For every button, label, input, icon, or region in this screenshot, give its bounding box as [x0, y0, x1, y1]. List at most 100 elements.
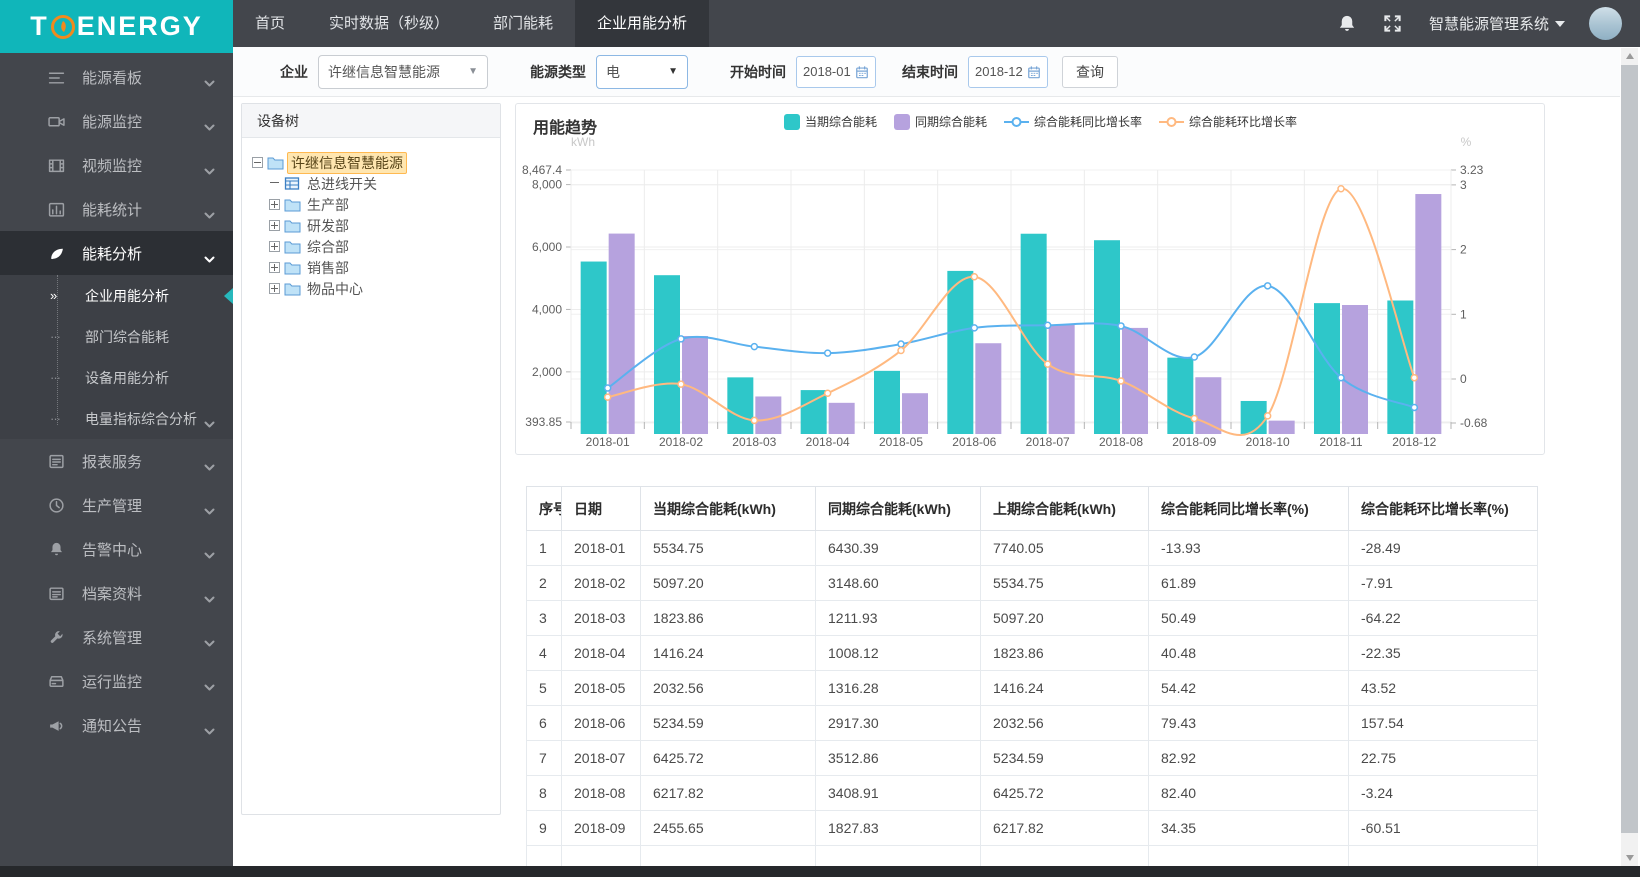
sidebar-item[interactable]: 生产管理: [0, 483, 233, 527]
film-icon: [48, 158, 65, 172]
legend-item[interactable]: 同期综合能耗: [894, 113, 987, 130]
tree-toggle-plus-icon[interactable]: [269, 199, 280, 210]
calendar-icon: [856, 65, 868, 78]
start-time-input[interactable]: 2018-01: [796, 55, 876, 88]
folder-icon: [267, 157, 284, 170]
chevron-down-icon: ▼: [468, 66, 478, 77]
sidebar-item[interactable]: 能源监控: [0, 99, 233, 143]
table-row: [526, 845, 1538, 866]
sidebar-item[interactable]: 运行监控: [0, 659, 233, 703]
scrollbar-thumb[interactable]: [1621, 65, 1638, 833]
sidebar-subitem[interactable]: ··· 设备用能分析: [0, 357, 233, 398]
company-label: 企业: [280, 63, 308, 80]
avatar[interactable]: [1589, 7, 1622, 40]
app-root: 首页 实时数据（秒级） 部门能耗 企业用能分析 智慧能源管理系统 T ENERGY 能…: [0, 0, 1640, 877]
chevron-down-icon: [204, 256, 215, 262]
table-cell: -7.91: [1348, 565, 1538, 601]
legend-item[interactable]: 当期综合能耗: [784, 113, 877, 130]
tree-node[interactable]: 研发部: [250, 215, 492, 236]
tree-node-label: 销售部: [307, 259, 349, 276]
svg-text:2018-02: 2018-02: [659, 435, 703, 449]
tree-node[interactable]: 总进线开关: [250, 173, 492, 194]
top-nav-item[interactable]: 实时数据（秒级）: [307, 0, 471, 47]
sidebar-item[interactable]: 系统管理: [0, 615, 233, 659]
table-cell: 7: [526, 740, 562, 776]
sidebar-item[interactable]: 能源看板: [0, 55, 233, 99]
sidebar-item[interactable]: 报表服务: [0, 439, 233, 483]
table-cell: 1: [526, 530, 562, 566]
tree-toggle-minus-icon[interactable]: [252, 157, 263, 168]
sidebar-item[interactable]: 通知公告: [0, 703, 233, 747]
legend-label: 综合能耗环比增长率: [1189, 115, 1298, 129]
tree-node[interactable]: 物品中心: [250, 278, 492, 299]
bar-当期综合能耗: [1240, 400, 1267, 434]
table-cell: 40.48: [1148, 635, 1349, 671]
sidebar-item-label: 能耗统计: [82, 201, 143, 219]
chevron-down-icon: [204, 421, 215, 428]
system-name-dropdown[interactable]: 智慧能源管理系统: [1429, 13, 1565, 34]
tree-node-label: 综合部: [307, 238, 349, 255]
chevron-down-icon: [204, 684, 215, 690]
tree-node[interactable]: 许继信息智慧能源: [250, 151, 492, 174]
company-select[interactable]: 许继信息智慧能源 ▼: [318, 54, 488, 89]
tree-toggle-plus-icon[interactable]: [269, 220, 280, 231]
query-button[interactable]: 查询: [1062, 55, 1118, 88]
svg-text:4,000: 4,000: [532, 302, 562, 316]
bell-icon[interactable]: [1337, 14, 1357, 34]
sidebar-subitem[interactable]: » 企业用能分析: [0, 275, 233, 316]
table-cell: 61.89: [1148, 565, 1349, 601]
legend-item[interactable]: 综合能耗环比增长率: [1159, 113, 1297, 130]
table-cell: -13.93: [1148, 530, 1349, 566]
folder-icon: [284, 241, 301, 254]
table-cell: 1416.24: [640, 635, 816, 671]
table-cell: 2917.30: [815, 705, 981, 741]
filter-bar: 企业 许继信息智慧能源 ▼ 能源类型 电 ▼ 开始时间 2018-01 结束时间…: [233, 47, 1620, 97]
tree-toggle-plus-icon[interactable]: [269, 241, 280, 252]
svg-text:2018-10: 2018-10: [1246, 435, 1290, 449]
top-nav-item[interactable]: 部门能耗: [471, 0, 575, 47]
sidebar-subitem[interactable]: ··· 电量指标综合分析: [0, 398, 233, 439]
dashboard-icon: [48, 72, 65, 84]
table-cell: -3.24: [1348, 775, 1538, 811]
top-nav-item[interactable]: 首页: [233, 0, 307, 47]
bar-同期综合能耗: [608, 233, 635, 434]
scrollbar-up-arrow[interactable]: [1621, 48, 1638, 64]
chevron-down-icon: [204, 596, 215, 602]
legend-item[interactable]: 综合能耗同比增长率: [1004, 113, 1142, 130]
table-cell: [561, 845, 641, 866]
sidebar-item[interactable]: 档案资料: [0, 571, 233, 615]
legend-label: 同期综合能耗: [915, 115, 988, 129]
sidebar-item[interactable]: 能耗统计: [0, 187, 233, 231]
table-cell: 2018-01: [561, 530, 641, 566]
caret-down-icon: [1555, 20, 1565, 27]
sidebar-submenu: » 企业用能分析 ··· 部门综合能耗 ··· 设备用能分析 ··· 电量指标综合分析: [0, 275, 233, 439]
tree-node[interactable]: 综合部: [250, 236, 492, 257]
table-cell: 2018-05: [561, 670, 641, 706]
bar-当期综合能耗: [654, 275, 680, 434]
sidebar-subitem[interactable]: ··· 部门综合能耗: [0, 316, 233, 357]
tree-toggle-plus-icon[interactable]: [269, 283, 280, 294]
tree-node[interactable]: 销售部: [250, 257, 492, 278]
sidebar-item-label: 系统管理: [82, 629, 143, 647]
table-column-header: 当期综合能耗(kWh): [640, 486, 816, 531]
sidebar-item[interactable]: 视频监控: [0, 143, 233, 187]
folder-icon: [284, 283, 301, 296]
svg-text:2018-07: 2018-07: [1026, 435, 1070, 449]
bar-同期综合能耗: [975, 343, 1002, 434]
trend-chart-panel: 用能趋势 当期综合能耗 同期综合能耗 综合能耗同比增长率 综合能耗环比增长率 8,46…: [515, 103, 1545, 455]
sidebar-item[interactable]: 能耗分析: [0, 231, 233, 275]
tree-node-label: 物品中心: [307, 280, 363, 297]
archive-icon: [49, 586, 64, 600]
sidebar-item[interactable]: 告警中心: [0, 527, 233, 571]
energy-type-select[interactable]: 电 ▼: [596, 54, 688, 89]
table-row: 2 2018-02 5097.20 3148.60 5534.75 61.89 -7.91: [526, 565, 1538, 601]
table-cell: 82.92: [1148, 740, 1349, 776]
scrollbar-down-arrow[interactable]: [1621, 850, 1638, 866]
bar-当期综合能耗: [1167, 357, 1194, 434]
tree-toggle-plus-icon[interactable]: [269, 262, 280, 273]
tree-node[interactable]: 生产部: [250, 194, 492, 215]
top-nav-item[interactable]: 企业用能分析: [575, 0, 710, 47]
fullscreen-icon[interactable]: [1383, 14, 1403, 34]
svg-text:2,000: 2,000: [532, 365, 562, 379]
end-time-input[interactable]: 2018-12: [968, 55, 1048, 88]
